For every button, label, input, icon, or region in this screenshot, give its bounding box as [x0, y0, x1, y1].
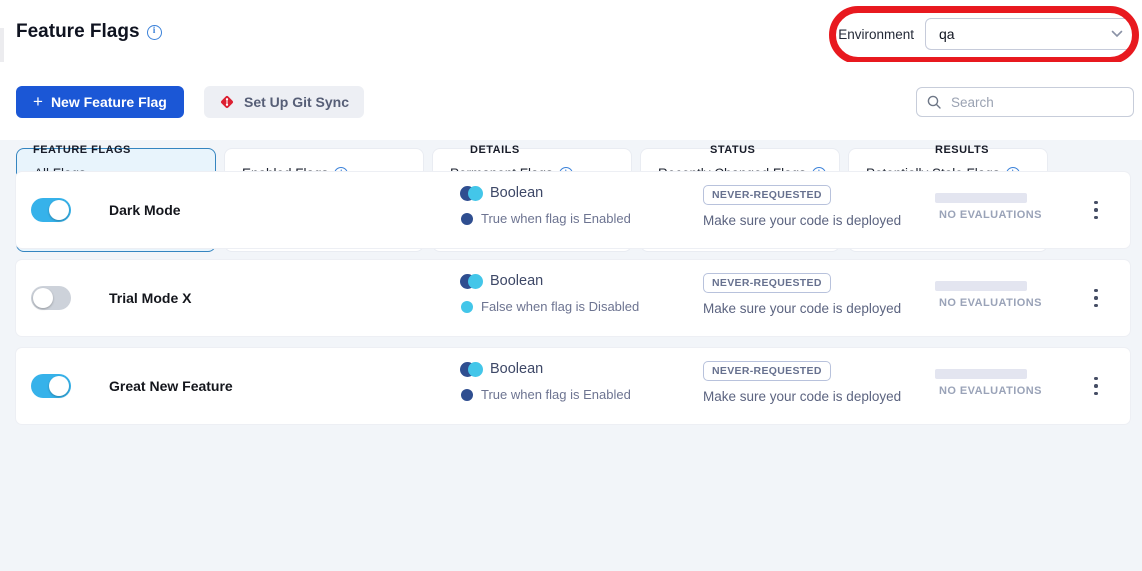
feature-flag-row[interactable]: Great New Feature Boolean True when flag…: [16, 348, 1130, 424]
flag-type-label: Boolean: [490, 273, 543, 289]
status-text: Make sure your code is deployed: [703, 213, 901, 228]
flag-type-line: Boolean: [460, 273, 543, 289]
rule-bullet-icon: [461, 213, 473, 225]
flag-name: Great New Feature: [109, 348, 233, 424]
flag-name: Trial Mode X: [109, 260, 191, 336]
flag-name: Dark Mode: [109, 172, 181, 248]
environment-select[interactable]: qa: [925, 18, 1134, 50]
column-header-results: RESULTS: [935, 144, 989, 156]
flag-type-line: Boolean: [460, 185, 543, 201]
feature-flag-row[interactable]: Trial Mode X Boolean False when flag is …: [16, 260, 1130, 336]
column-header-feature-flags: FEATURE FLAGS: [33, 144, 131, 156]
evaluations-label: NO EVALUATIONS: [939, 385, 1042, 397]
rule-bullet-icon: [461, 389, 473, 401]
plus-icon: +: [33, 93, 43, 110]
boolean-type-icon: [460, 186, 483, 201]
evaluations-label: NO EVALUATIONS: [939, 209, 1042, 221]
flag-type-line: Boolean: [460, 361, 543, 377]
flag-toggle[interactable]: [31, 198, 71, 222]
flag-rule-line: True when flag is Enabled: [461, 387, 631, 402]
status-badge: NEVER-REQUESTED: [703, 273, 831, 293]
flag-rule-line: False when flag is Disabled: [461, 299, 639, 314]
flag-toggle[interactable]: [31, 286, 71, 310]
environment-value: qa: [939, 26, 955, 42]
evaluations-label: NO EVALUATIONS: [939, 297, 1042, 309]
toolbar: + New Feature Flag Set Up Git Sync: [0, 62, 1142, 141]
boolean-type-icon: [460, 362, 483, 377]
flag-type-label: Boolean: [490, 185, 543, 201]
flags-table-body: Dark Mode Boolean True when flag is Enab…: [16, 172, 1130, 424]
feature-flag-row[interactable]: Dark Mode Boolean True when flag is Enab…: [16, 172, 1130, 248]
page-title: Feature Flags i: [16, 21, 162, 43]
top-bar: Feature Flags i Environment qa: [0, 0, 1142, 63]
column-header-status: STATUS: [710, 144, 755, 156]
rule-bullet-icon: [461, 301, 473, 313]
feature-flags-page: Feature Flags i Environment qa + New Fea…: [0, 0, 1142, 571]
page-title-text: Feature Flags: [16, 21, 140, 43]
environment-group: Environment qa: [838, 18, 1134, 50]
column-header-details: DETAILS: [470, 144, 520, 156]
git-sync-label: Set Up Git Sync: [244, 94, 349, 110]
flag-rule-label: True when flag is Enabled: [481, 387, 631, 402]
evaluations-bar: [935, 281, 1027, 291]
status-badge: NEVER-REQUESTED: [703, 185, 831, 205]
flag-rule-label: True when flag is Enabled: [481, 211, 631, 226]
environment-label: Environment: [838, 27, 914, 42]
evaluations-bar: [935, 193, 1027, 203]
git-icon: [219, 94, 235, 110]
new-feature-flag-button[interactable]: + New Feature Flag: [16, 86, 184, 118]
status-badge: NEVER-REQUESTED: [703, 361, 831, 381]
new-feature-flag-label: New Feature Flag: [51, 94, 167, 110]
search-box[interactable]: [916, 87, 1134, 117]
flag-rule-label: False when flag is Disabled: [481, 299, 639, 314]
search-icon: [927, 95, 941, 109]
flag-type-label: Boolean: [490, 361, 543, 377]
git-sync-button[interactable]: Set Up Git Sync: [204, 86, 364, 118]
table-header: FEATURE FLAGS DETAILS STATUS RESULTS: [0, 140, 1142, 172]
info-icon[interactable]: i: [147, 25, 162, 40]
row-menu-button[interactable]: [1084, 348, 1108, 424]
row-menu-button[interactable]: [1084, 260, 1108, 336]
row-menu-button[interactable]: [1084, 172, 1108, 248]
chevron-down-icon: [1111, 30, 1123, 38]
search-input[interactable]: [949, 94, 1123, 111]
evaluations-bar: [935, 369, 1027, 379]
status-text: Make sure your code is deployed: [703, 301, 901, 316]
flag-toggle[interactable]: [31, 374, 71, 398]
flag-rule-line: True when flag is Enabled: [461, 211, 631, 226]
status-text: Make sure your code is deployed: [703, 389, 901, 404]
boolean-type-icon: [460, 274, 483, 289]
toggle-knob: [33, 288, 53, 308]
toggle-knob: [49, 376, 69, 396]
toggle-knob: [49, 200, 69, 220]
